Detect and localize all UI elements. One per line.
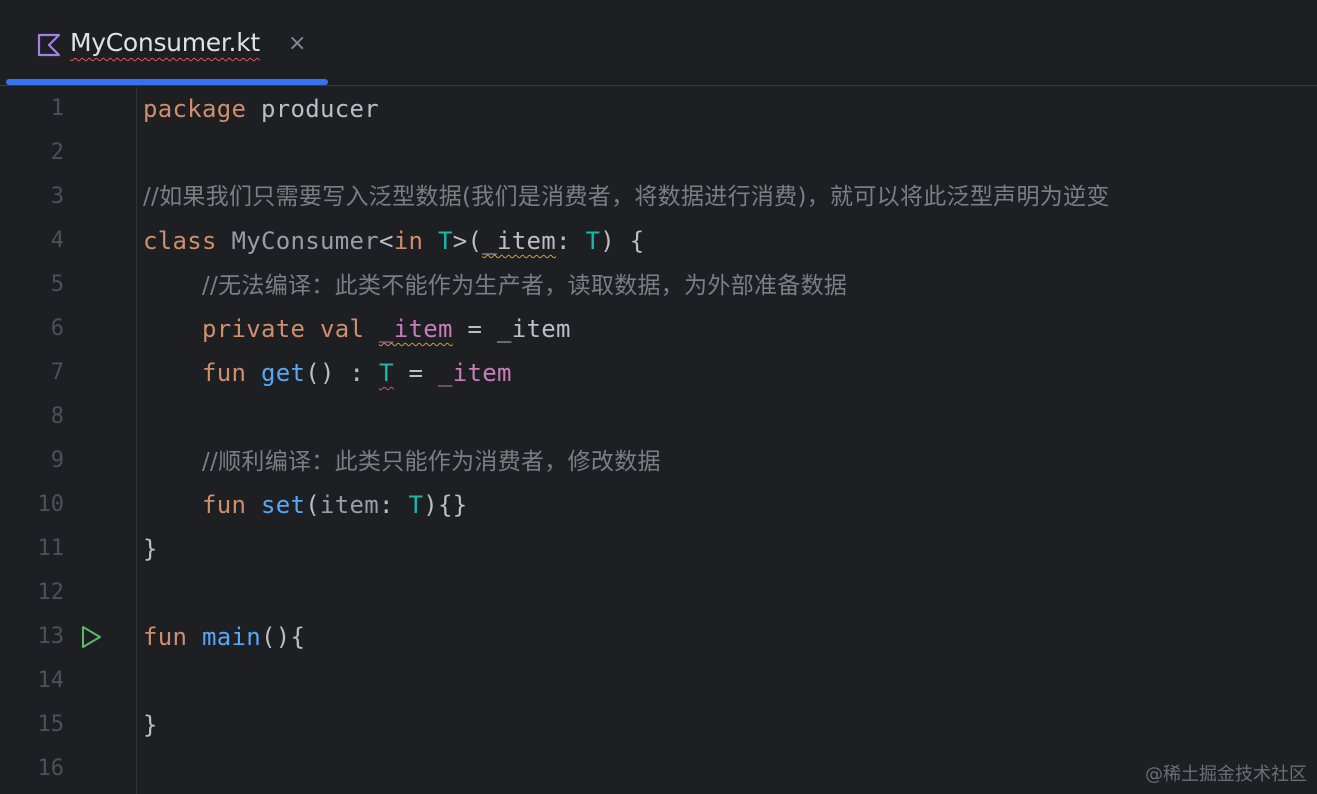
keyword-private: private	[202, 315, 306, 343]
code-line[interactable]: 6 private val _item = _item	[0, 307, 1317, 351]
code-text: private val _item = _item	[143, 307, 571, 351]
code-line[interactable]: 10 fun set(item: T){}	[0, 483, 1317, 527]
code-editor[interactable]: 1 package producer 2 3 //如果我们只需要写入泛型数据(我…	[0, 87, 1317, 794]
active-tab-indicator	[6, 79, 328, 85]
comment: //如果我们只需要写入泛型数据(我们是消费者，将数据进行消费)，就可以将此泛型声…	[143, 184, 1110, 210]
punct: :	[556, 227, 586, 255]
line-number: 7	[50, 360, 64, 385]
code-line[interactable]: 9 //顺利编译：此类只能作为消费者，修改数据	[0, 439, 1317, 483]
angle-open: <	[379, 227, 394, 255]
return-type: T	[379, 359, 394, 387]
keyword-fun: fun	[202, 491, 247, 519]
punct: (){	[261, 623, 306, 651]
property-ref: _item	[438, 359, 512, 387]
punct: :	[379, 491, 409, 519]
constructor-param: _item	[482, 227, 556, 255]
function-name: get	[261, 359, 306, 387]
closing-brace: }	[143, 711, 158, 739]
function-name: set	[261, 491, 306, 519]
line-number: 13	[37, 624, 65, 649]
code-text: //顺利编译：此类只能作为消费者，修改数据	[143, 439, 661, 484]
close-icon[interactable]: ×	[288, 31, 306, 56]
ide-window: MyConsumer.kt × 1 package producer 2 3 /…	[0, 0, 1317, 794]
line-number: 5	[50, 272, 64, 297]
line-number: 16	[37, 756, 65, 781]
line-number: 3	[50, 184, 64, 209]
line-number: 12	[37, 580, 65, 605]
type-param: T	[438, 227, 453, 255]
editor-tab-bar: MyConsumer.kt ×	[0, 0, 1317, 86]
code-line[interactable]: 15 }	[0, 703, 1317, 747]
punct: ) {	[600, 227, 645, 255]
line-number: 10	[37, 492, 65, 517]
property-name: _item	[379, 315, 453, 343]
line-number: 9	[50, 448, 64, 473]
function-name: main	[202, 623, 261, 651]
line-number: 11	[37, 536, 65, 561]
code-text: fun main(){	[143, 615, 305, 659]
keyword-package: package	[143, 95, 247, 123]
line-number: 6	[50, 316, 64, 341]
keyword-fun: fun	[143, 623, 188, 651]
parameter-name: item	[320, 491, 379, 519]
code-line[interactable]: 3 //如果我们只需要写入泛型数据(我们是消费者，将数据进行消费)，就可以将此泛…	[0, 175, 1317, 219]
package-name: producer	[246, 95, 379, 123]
kotlin-file-icon	[37, 33, 61, 57]
type-ref: T	[408, 491, 424, 519]
class-name: MyConsumer	[216, 227, 379, 255]
keyword-in: in	[393, 227, 424, 255]
code-text: class MyConsumer<in T>(_item: T) {	[143, 219, 645, 263]
line-number: 14	[37, 668, 65, 693]
punct: =	[393, 359, 438, 387]
code-text: fun get() : T = _item	[143, 351, 512, 395]
line-number: 8	[50, 404, 64, 429]
watermark: @稀土掘金技术社区	[1145, 764, 1307, 785]
line-number: 15	[37, 712, 65, 737]
line-number: 4	[50, 228, 64, 253]
comment: //无法编译：此类不能作为生产者，读取数据，为外部准备数据	[202, 273, 848, 299]
tab-title: MyConsumer.kt	[70, 28, 260, 57]
line-number: 2	[50, 140, 64, 165]
code-line[interactable]: 1 package producer	[0, 87, 1317, 131]
code-line[interactable]: 11 }	[0, 527, 1317, 571]
code-line[interactable]: 7 fun get() : T = _item	[0, 351, 1317, 395]
code-line[interactable]: 13 fun main(){	[0, 615, 1317, 659]
punct: ){}	[423, 491, 468, 519]
assignment: = _item	[452, 315, 571, 343]
code-text: fun set(item: T){}	[143, 483, 468, 527]
code-line[interactable]: 12	[0, 571, 1317, 615]
code-line[interactable]: 2	[0, 131, 1317, 175]
run-triangle-icon[interactable]	[78, 624, 104, 650]
code-line[interactable]: 16	[0, 747, 1317, 791]
code-line[interactable]: 4 class MyConsumer<in T>(_item: T) {	[0, 219, 1317, 263]
punct: >(	[452, 227, 483, 255]
code-text: package producer	[143, 87, 379, 131]
code-text: //无法编译：此类不能作为生产者，读取数据，为外部准备数据	[143, 263, 847, 308]
code-line[interactable]: 14	[0, 659, 1317, 703]
tab-myconsumer-kt[interactable]: MyConsumer.kt ×	[6, 0, 328, 86]
keyword-val: val	[320, 315, 365, 343]
comment: //顺利编译：此类只能作为消费者，修改数据	[202, 449, 661, 475]
type-ref: T	[585, 227, 601, 255]
punct: () :	[305, 359, 379, 387]
keyword-fun: fun	[202, 359, 247, 387]
punct: (	[305, 491, 320, 519]
keyword-class: class	[143, 227, 217, 255]
line-number: 1	[50, 96, 64, 121]
code-line[interactable]: 5 //无法编译：此类不能作为生产者，读取数据，为外部准备数据	[0, 263, 1317, 307]
code-line[interactable]: 8	[0, 395, 1317, 439]
closing-brace: }	[143, 535, 158, 563]
